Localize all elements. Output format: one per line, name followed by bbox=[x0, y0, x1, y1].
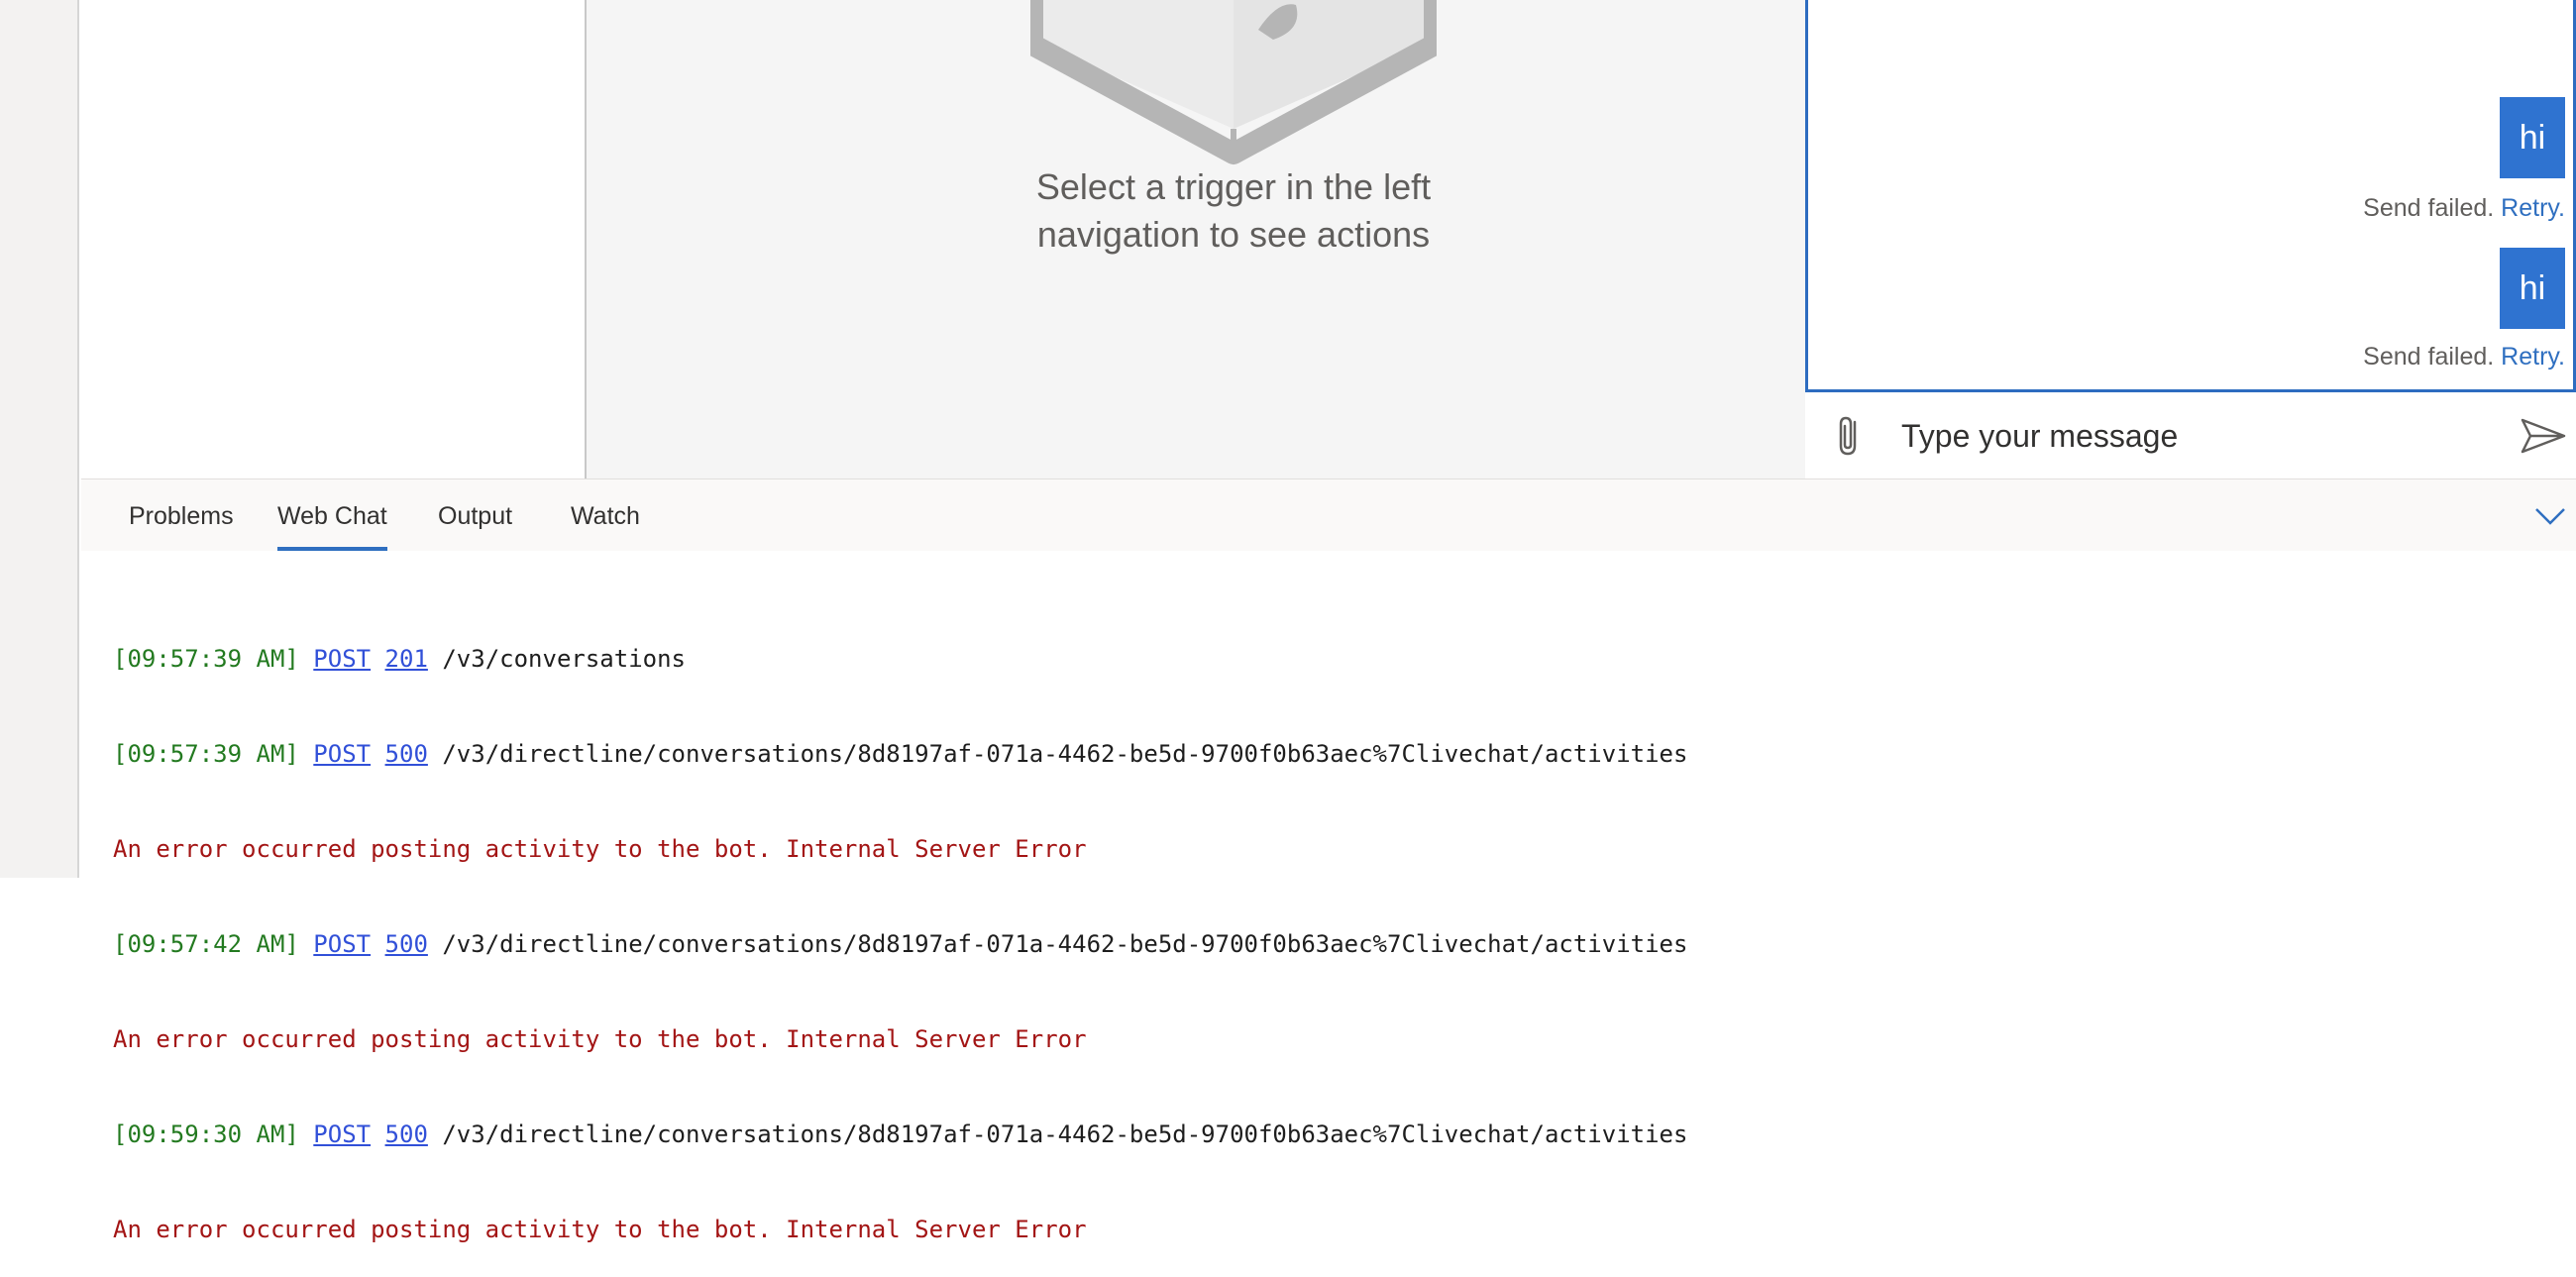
retry-link[interactable]: Retry. bbox=[2501, 343, 2565, 371]
log-path: /v3/directline/conversations/8d8197af-07… bbox=[442, 1120, 1688, 1148]
paperclip-icon[interactable] bbox=[1825, 412, 1873, 460]
user-message-bubble: hi bbox=[2500, 248, 2565, 329]
log-path: /v3/conversations bbox=[442, 645, 686, 673]
log-timestamp: [09:57:39 AM] bbox=[113, 740, 299, 768]
log-status-link[interactable]: 500 bbox=[385, 1120, 428, 1148]
log-status-link[interactable]: 500 bbox=[385, 740, 428, 768]
log-timestamp: [09:57:39 AM] bbox=[113, 645, 299, 673]
retry-link[interactable]: Retry. bbox=[2501, 194, 2565, 222]
send-icon[interactable] bbox=[2519, 412, 2568, 460]
log-line: [09:57:39 AM] POST 201 /v3/conversations bbox=[113, 643, 1687, 675]
log-error-line: An error occurred posting activity to th… bbox=[113, 835, 1087, 863]
send-status: Send failed. Retry. bbox=[2363, 343, 2565, 372]
log-status-link[interactable]: 500 bbox=[385, 930, 428, 958]
tab-watch[interactable]: Watch bbox=[571, 479, 640, 551]
tab-output[interactable]: Output bbox=[438, 479, 512, 551]
log-method-link[interactable]: POST bbox=[313, 1120, 371, 1148]
web-chat-log: [09:57:39 AM] POST 201 /v3/conversations… bbox=[113, 580, 1687, 1277]
empty-state-line-2: navigation to see actions bbox=[1036, 214, 1431, 255]
send-failed-text: Send failed. bbox=[2363, 194, 2495, 222]
log-line: [09:57:39 AM] POST 500 /v3/directline/co… bbox=[113, 738, 1687, 770]
message-compose-bar bbox=[1805, 392, 2576, 479]
log-timestamp: [09:59:30 AM] bbox=[113, 1120, 299, 1148]
log-method-link[interactable]: POST bbox=[313, 930, 371, 958]
log-error-line: An error occurred posting activity to th… bbox=[113, 1216, 1087, 1243]
tab-problems[interactable]: Problems bbox=[129, 479, 234, 551]
empty-state-message: Select a trigger in the left navigation … bbox=[991, 163, 1476, 259]
chevron-down-icon[interactable] bbox=[2532, 501, 2568, 529]
web-chat-panel: hi Send failed. Retry. hi Send failed. R… bbox=[1805, 0, 2576, 479]
log-method-link[interactable]: POST bbox=[313, 740, 371, 768]
empty-state-illustration bbox=[1030, 0, 1437, 164]
log-path: /v3/directline/conversations/8d8197af-07… bbox=[442, 740, 1688, 768]
send-status: Send failed. Retry. bbox=[2363, 194, 2565, 223]
log-line: [09:59:30 AM] POST 500 /v3/directline/co… bbox=[113, 1118, 1687, 1150]
empty-state-line-1: Select a trigger in the left bbox=[1035, 166, 1432, 207]
log-status-link[interactable]: 201 bbox=[385, 645, 428, 673]
activity-rail bbox=[0, 0, 79, 878]
send-failed-text: Send failed. bbox=[2363, 343, 2495, 371]
log-line: [09:57:42 AM] POST 500 /v3/directline/co… bbox=[113, 928, 1687, 960]
trigger-navigation-pane bbox=[79, 0, 587, 479]
log-timestamp: [09:57:42 AM] bbox=[113, 930, 299, 958]
log-method-link[interactable]: POST bbox=[313, 645, 371, 673]
user-message-bubble: hi bbox=[2500, 97, 2565, 178]
log-path: /v3/directline/conversations/8d8197af-07… bbox=[442, 930, 1688, 958]
tab-web-chat[interactable]: Web Chat bbox=[277, 479, 387, 551]
log-error-line: An error occurred posting activity to th… bbox=[113, 1025, 1087, 1053]
bottom-panel-tabs: Problems Web Chat Output Watch bbox=[81, 479, 2576, 551]
chat-transcript[interactable]: hi Send failed. Retry. hi Send failed. R… bbox=[1805, 0, 2576, 392]
message-input[interactable] bbox=[1899, 410, 2458, 462]
